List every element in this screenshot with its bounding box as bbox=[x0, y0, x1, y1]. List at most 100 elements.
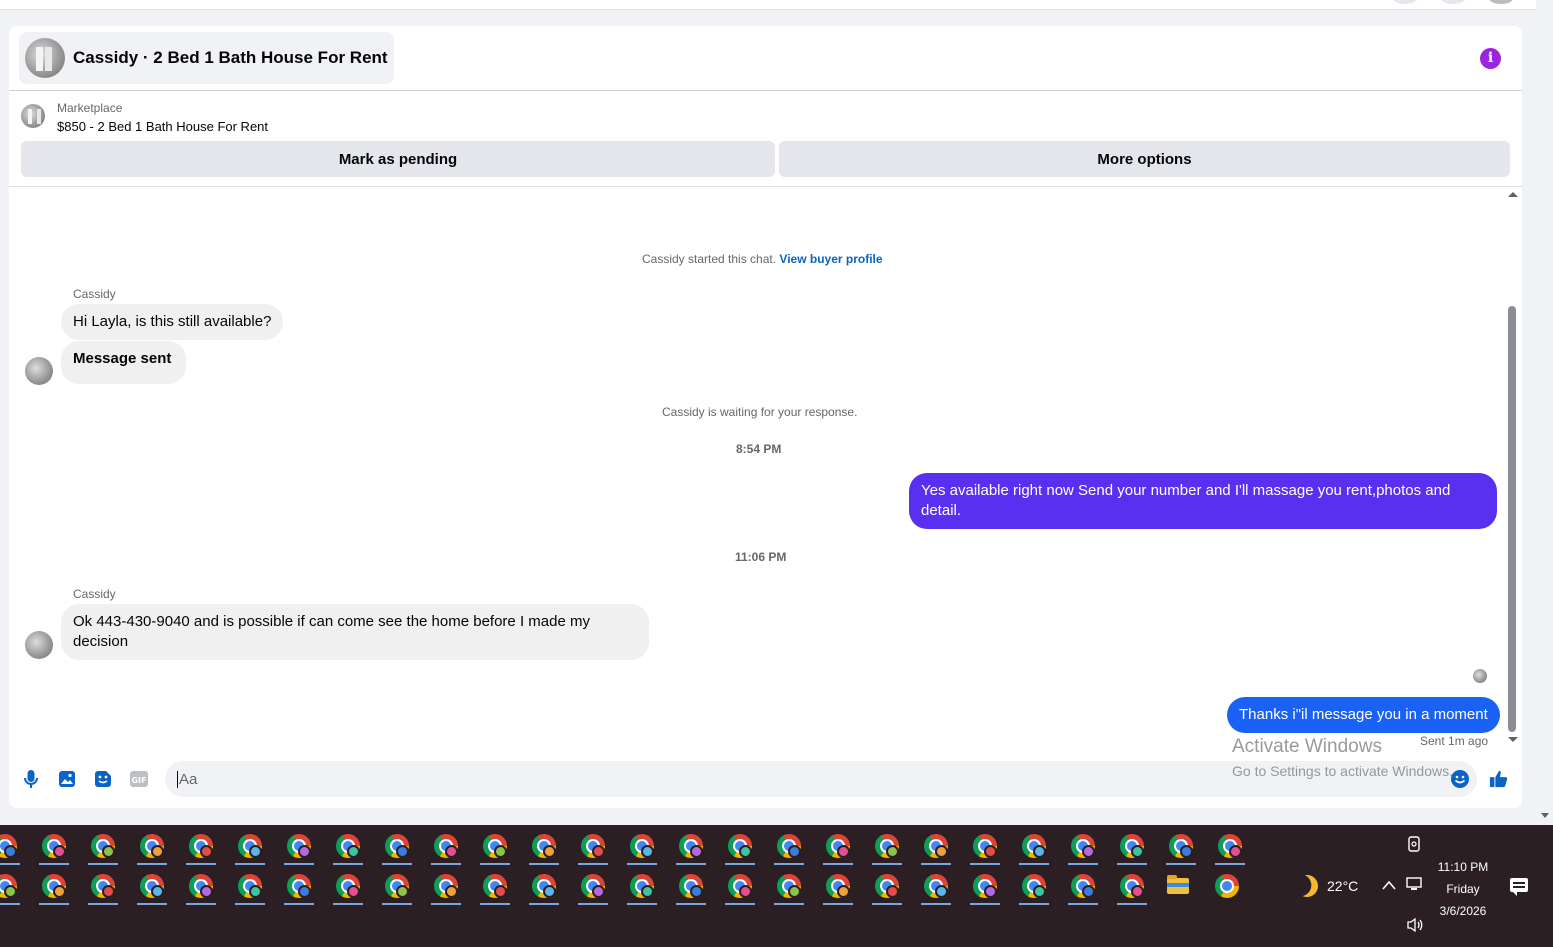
chrome-profile-icon[interactable] bbox=[1068, 831, 1098, 865]
chrome-profile-icon[interactable] bbox=[823, 871, 853, 905]
scroll-up-arrow[interactable] bbox=[1508, 192, 1518, 197]
toolbar-button[interactable] bbox=[1440, 0, 1466, 4]
chrome-profile-icon[interactable] bbox=[1215, 831, 1245, 865]
chrome-profile-icon[interactable] bbox=[970, 831, 1000, 865]
chrome-profile-icon[interactable] bbox=[676, 871, 706, 905]
chrome-profile-icon[interactable] bbox=[39, 831, 69, 865]
microphone-icon[interactable] bbox=[21, 769, 41, 789]
chrome-profile-icon[interactable] bbox=[88, 831, 118, 865]
chrome-profile-icon[interactable] bbox=[235, 831, 265, 865]
listing-title[interactable]: $850 - 2 Bed 1 Bath House For Rent bbox=[57, 119, 268, 134]
thumbs-up-icon[interactable] bbox=[1489, 769, 1509, 789]
chrome-profile-icon[interactable] bbox=[186, 871, 216, 905]
chrome-profile-icon[interactable] bbox=[382, 871, 412, 905]
chrome-profile-icon[interactable] bbox=[627, 871, 657, 905]
incoming-message[interactable]: Message sent bbox=[61, 341, 187, 384]
sender-avatar[interactable] bbox=[25, 357, 53, 385]
marketplace-label: Marketplace bbox=[57, 101, 123, 115]
chrome-profile-icon[interactable] bbox=[578, 831, 608, 865]
message-scrollbar[interactable] bbox=[1506, 192, 1518, 744]
chrome-profile-icon[interactable] bbox=[774, 831, 804, 865]
chrome-profile-icon[interactable] bbox=[872, 871, 902, 905]
header-divider bbox=[9, 90, 1522, 91]
chrome-profile-icon[interactable] bbox=[431, 831, 461, 865]
chrome-profile-icon[interactable] bbox=[1166, 831, 1196, 865]
chrome-profile-icon[interactable] bbox=[529, 831, 559, 865]
chrome-profile-icon[interactable] bbox=[725, 831, 755, 865]
message-input[interactable]: Aa bbox=[165, 761, 1477, 797]
sender-avatar[interactable] bbox=[25, 631, 53, 659]
chrome-profile-icon[interactable] bbox=[382, 831, 412, 865]
incoming-message[interactable]: Hi Layla, is this still available? bbox=[61, 304, 284, 340]
chrome-profile-icon[interactable] bbox=[921, 871, 951, 905]
chrome-profile-icon[interactable] bbox=[529, 871, 559, 905]
chrome-profile-icon[interactable] bbox=[186, 831, 216, 865]
scroll-down-arrow[interactable] bbox=[1508, 737, 1518, 742]
clock-date: 3/6/2026 bbox=[1439, 904, 1487, 918]
chrome-profile-icon[interactable] bbox=[480, 871, 510, 905]
outgoing-message[interactable]: Yes available right now Send your number… bbox=[909, 473, 1497, 529]
sent-status: Sent 1m ago bbox=[1420, 734, 1489, 748]
scroll-thumb[interactable] bbox=[1508, 306, 1516, 732]
chrome-profile-icon[interactable] bbox=[1117, 831, 1147, 865]
text-caret bbox=[177, 770, 178, 788]
meet-now-icon[interactable] bbox=[1406, 835, 1422, 856]
mark-as-pending-button[interactable]: Mark as pending bbox=[21, 141, 775, 177]
chrome-profile-icon[interactable] bbox=[1019, 871, 1049, 905]
chrome-profile-icon[interactable] bbox=[0, 871, 20, 905]
emoji-icon[interactable] bbox=[1450, 769, 1470, 789]
chrome-profile-icon[interactable] bbox=[970, 871, 1000, 905]
view-buyer-profile-link[interactable]: View buyer profile bbox=[779, 252, 882, 266]
section-divider bbox=[9, 186, 1522, 187]
sticker-icon[interactable] bbox=[93, 769, 113, 789]
chrome-profile-icon[interactable] bbox=[333, 831, 363, 865]
page-scroll-down-arrow[interactable] bbox=[1541, 813, 1549, 818]
chrome-profile-icon[interactable] bbox=[284, 831, 314, 865]
network-icon[interactable] bbox=[1406, 877, 1424, 894]
image-icon[interactable] bbox=[57, 769, 77, 789]
chrome-profile-icon[interactable] bbox=[431, 871, 461, 905]
listing-avatar bbox=[25, 38, 65, 78]
chrome-profile-icon[interactable] bbox=[578, 871, 608, 905]
weather-widget[interactable]: 22°C bbox=[1296, 875, 1358, 897]
chrome-profile-icon[interactable] bbox=[333, 871, 363, 905]
outgoing-message[interactable]: Thanks i"il message you in a moment bbox=[1227, 697, 1500, 733]
file-explorer-icon[interactable] bbox=[1163, 871, 1193, 905]
chrome-profile-icon[interactable] bbox=[725, 871, 755, 905]
chrome-profile-icon[interactable] bbox=[480, 831, 510, 865]
chrome-profile-icon[interactable] bbox=[137, 831, 167, 865]
chrome-profile-icon[interactable] bbox=[1019, 831, 1049, 865]
chrome-profile-icon[interactable] bbox=[1068, 871, 1098, 905]
timestamp: 8:54 PM bbox=[736, 442, 782, 456]
chat-header[interactable]: Cassidy · 2 Bed 1 Bath House For Rent bbox=[19, 32, 394, 84]
chrome-profile-icon[interactable] bbox=[627, 831, 657, 865]
chrome-profile-icon[interactable] bbox=[774, 871, 804, 905]
chrome-profile-icon[interactable] bbox=[823, 831, 853, 865]
chrome-profile-icon[interactable] bbox=[137, 871, 167, 905]
chrome-profile-icon[interactable] bbox=[39, 871, 69, 905]
chrome-browser-icon[interactable] bbox=[1212, 871, 1242, 905]
chrome-profile-icon[interactable] bbox=[0, 831, 20, 865]
notifications-icon[interactable] bbox=[1510, 878, 1528, 896]
system-clock[interactable]: 11:10 PM Friday 3/6/2026 bbox=[1430, 856, 1496, 922]
chrome-profile-icon[interactable] bbox=[235, 871, 265, 905]
chrome-profile-icon[interactable] bbox=[1117, 871, 1147, 905]
chevron-up-icon[interactable] bbox=[1382, 877, 1396, 893]
chrome-profile-icon[interactable] bbox=[921, 831, 951, 865]
chrome-profile-icon[interactable] bbox=[284, 871, 314, 905]
chrome-profile-icon[interactable] bbox=[872, 831, 902, 865]
seen-indicator-avatar bbox=[1473, 669, 1487, 683]
gif-icon[interactable]: GIF bbox=[129, 769, 149, 789]
toolbar-button[interactable] bbox=[1392, 0, 1418, 4]
listing-thumbnail[interactable] bbox=[21, 104, 45, 128]
info-icon[interactable]: i bbox=[1480, 48, 1501, 69]
incoming-message[interactable]: Ok 443-430-9040 and is possible if can c… bbox=[61, 604, 649, 660]
chrome-profile-icon[interactable] bbox=[88, 871, 118, 905]
message-input-placeholder: Aa bbox=[179, 770, 198, 788]
profile-avatar[interactable] bbox=[1488, 0, 1514, 4]
chrome-profile-icon[interactable] bbox=[676, 831, 706, 865]
clock-day: Friday bbox=[1446, 882, 1480, 896]
volume-icon[interactable] bbox=[1406, 917, 1424, 936]
timestamp: 11:06 PM bbox=[735, 550, 787, 564]
more-options-button[interactable]: More options bbox=[779, 141, 1510, 177]
